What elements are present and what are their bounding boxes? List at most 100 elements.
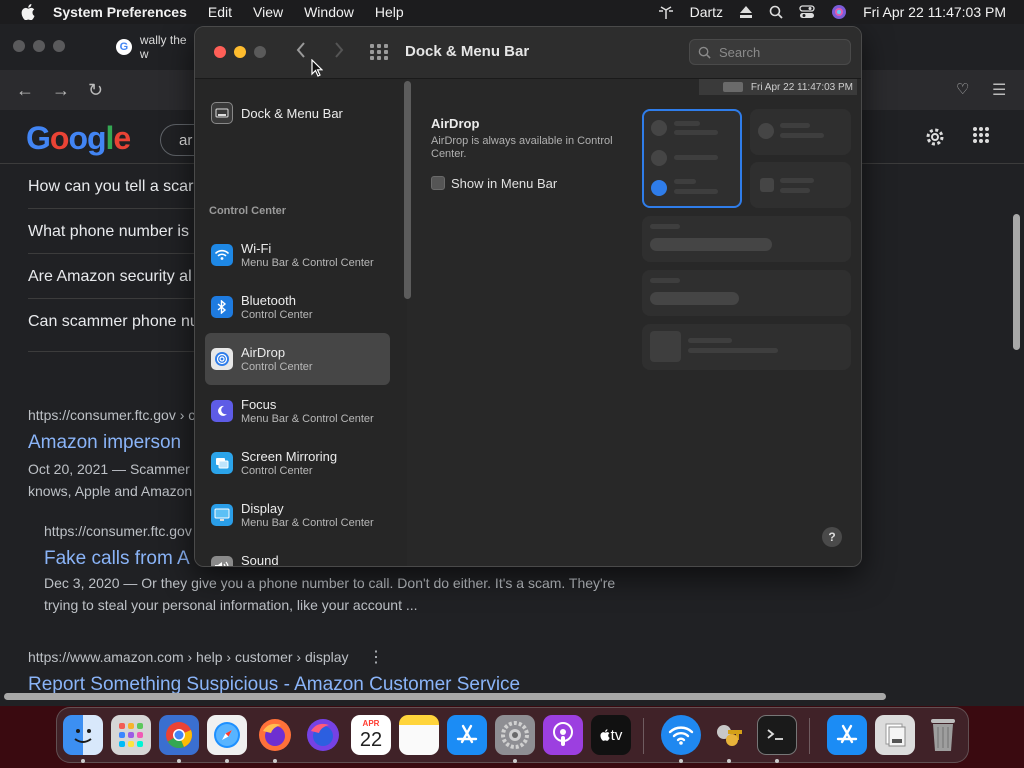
result-url[interactable]: https://consumer.ftc.gov › c [28, 407, 195, 423]
sidebar-item-label: Focus [241, 396, 277, 412]
google-settings-gear-icon[interactable] [924, 126, 946, 153]
people-also-ask-item[interactable]: How can you tell a scar [28, 178, 193, 196]
notes-icon[interactable] [399, 715, 439, 755]
sidebar-item-label: AirDrop [241, 344, 286, 360]
google-logo[interactable]: Google [26, 120, 131, 157]
forward-chevron-icon[interactable] [334, 41, 344, 64]
sidebar-scrollbar[interactable] [404, 81, 411, 299]
wifi-icon [211, 244, 233, 266]
menu-window[interactable]: Window [304, 4, 354, 20]
apple-tv-icon[interactable]: tv [591, 715, 631, 755]
window-minimize-button[interactable] [234, 46, 246, 58]
browser-reload-icon[interactable]: ↻ [88, 80, 103, 101]
control-center-preview-display-tile [642, 216, 851, 262]
podcasts-icon[interactable] [543, 715, 583, 755]
app-name-menu[interactable]: System Preferences [53, 4, 187, 20]
calendar-icon[interactable]: APR 22 [351, 715, 391, 755]
control-center-icon[interactable] [799, 5, 815, 19]
result-snippet: trying to steal your personal informatio… [44, 597, 418, 613]
vertical-scrollbar[interactable] [1013, 214, 1020, 350]
system-preferences-icon[interactable] [495, 715, 535, 755]
sidebar-item-airdrop[interactable]: AirDrop Control Center [205, 333, 390, 385]
terminal-icon[interactable] [757, 715, 797, 755]
firefox-developer-icon[interactable] [303, 715, 343, 755]
sidebar: Dock & Menu Bar Control Center Wi-Fi Menu… [195, 79, 407, 566]
user-menu[interactable]: Dartz [690, 4, 723, 20]
apple-menu-icon[interactable] [18, 2, 38, 22]
calendar-month: APR [362, 719, 380, 728]
downloads-app-store-icon[interactable] [827, 715, 867, 755]
network-antenna-icon[interactable] [658, 5, 674, 19]
control-center-preview-sound-tile [642, 270, 851, 316]
search-placeholder: Search [719, 44, 761, 60]
menu-edit[interactable]: Edit [208, 4, 232, 20]
airdrop-icon [211, 348, 233, 370]
sidebar-item-display[interactable]: Display Menu Bar & Control Center [205, 489, 390, 541]
running-indicator [775, 759, 779, 763]
browser-menu-icon[interactable]: ☰ [992, 80, 1006, 100]
siri-icon[interactable] [831, 4, 847, 20]
result-title-link[interactable]: Fake calls from A [44, 548, 190, 570]
menu-bar-preview: Fri Apr 22 11:47:03 PM [699, 79, 857, 95]
sidebar-item-dock-menu-bar[interactable]: Dock & Menu Bar [205, 87, 390, 139]
dock-separator [809, 718, 810, 754]
back-chevron-icon[interactable] [296, 41, 306, 64]
show-in-menu-bar-checkbox[interactable] [431, 176, 445, 190]
browser-zoom-button[interactable] [53, 40, 65, 52]
show-in-menu-bar-label[interactable]: Show in Menu Bar [451, 176, 557, 191]
pocket-icon[interactable]: ♡ [956, 80, 969, 98]
show-all-grid-icon[interactable] [370, 44, 388, 60]
sidebar-item-focus[interactable]: Focus Menu Bar & Control Center [205, 385, 390, 437]
chrome-icon[interactable] [159, 715, 199, 755]
firefox-icon[interactable] [255, 715, 295, 755]
browser-back-icon[interactable]: ← [16, 80, 34, 101]
wireless-diagnostics-icon[interactable] [661, 715, 701, 755]
result-url[interactable]: https://consumer.ftc.gov [44, 523, 192, 539]
people-also-ask-item[interactable]: Can scammer phone nu [28, 313, 199, 331]
menu-view[interactable]: View [253, 4, 283, 20]
finder-icon[interactable] [63, 715, 103, 755]
sidebar-item-screen-mirroring[interactable]: Screen Mirroring Control Center [205, 437, 390, 489]
result-url[interactable]: https://www.amazon.com › help › customer… [28, 649, 349, 665]
window-title: Dock & Menu Bar [405, 43, 530, 60]
sound-icon [211, 556, 233, 566]
keychain-access-icon[interactable] [709, 715, 749, 755]
documents-stack-icon[interactable] [875, 715, 915, 755]
sidebar-item-sublabel: Menu Bar & Control Center [241, 412, 374, 425]
google-apps-grid-icon[interactable] [972, 126, 990, 149]
window-zoom-button[interactable] [254, 46, 266, 58]
window-close-button[interactable] [214, 46, 226, 58]
people-also-ask-item[interactable]: Are Amazon security al [28, 268, 192, 286]
running-indicator [513, 759, 517, 763]
safari-icon[interactable] [207, 715, 247, 755]
people-also-ask-item[interactable]: What phone number is [28, 223, 189, 241]
sidebar-item-wi-fi[interactable]: Wi-Fi Menu Bar & Control Center [205, 229, 390, 281]
sidebar-item-sublabel: Control Center [241, 360, 313, 373]
spotlight-search-icon[interactable] [769, 5, 783, 19]
running-indicator [225, 759, 229, 763]
browser-forward-icon[interactable]: → [52, 80, 70, 101]
app-store-icon[interactable] [447, 715, 487, 755]
preview-clock: Fri Apr 22 11:47:03 PM [750, 81, 853, 93]
running-indicator [679, 759, 683, 763]
divider [28, 298, 208, 299]
sidebar-item-bluetooth[interactable]: Bluetooth Control Center [205, 281, 390, 333]
browser-tab[interactable]: G wally the w [108, 32, 198, 62]
sidebar-item-sound[interactable]: SoundMenu Bar & Control Center [205, 541, 390, 566]
preferences-search-field[interactable]: Search [689, 39, 851, 65]
focus-moon-icon [211, 400, 233, 422]
bluetooth-icon [211, 296, 233, 318]
result-more-options-icon[interactable]: ⋮ [368, 647, 384, 667]
menu-bar-clock[interactable]: Fri Apr 22 11:47:03 PM [863, 4, 1006, 20]
eject-icon[interactable] [739, 6, 753, 18]
horizontal-scrollbar[interactable] [4, 693, 886, 700]
airdrop-highlight-icon [651, 180, 667, 196]
help-button[interactable]: ? [822, 527, 842, 547]
trash-icon[interactable] [923, 715, 963, 755]
menu-help[interactable]: Help [375, 4, 404, 20]
display-icon [211, 504, 233, 526]
launchpad-icon[interactable] [111, 715, 151, 755]
result-title-link[interactable]: Amazon imperson [28, 432, 181, 454]
browser-minimize-button[interactable] [33, 40, 45, 52]
browser-close-button[interactable] [13, 40, 25, 52]
